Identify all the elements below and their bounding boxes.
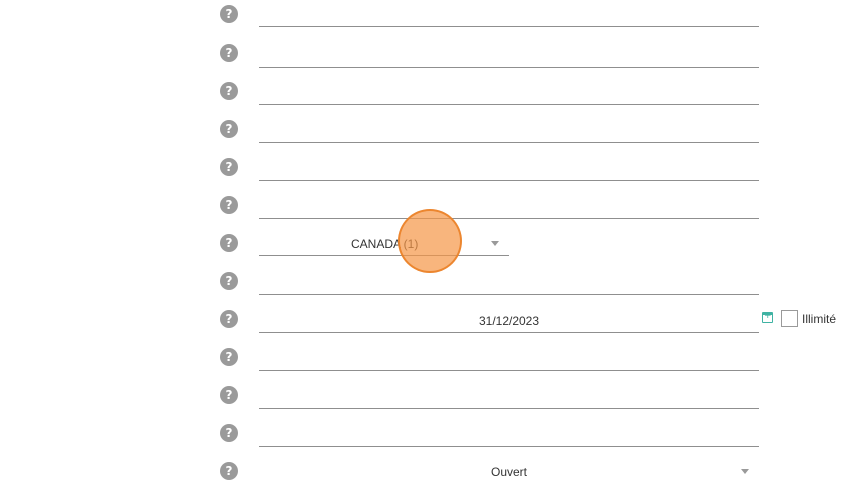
help-icon[interactable]: ?	[220, 310, 238, 328]
calendar-icon[interactable]	[762, 311, 773, 323]
date-field[interactable]: 31/12/2023	[259, 311, 759, 333]
help-icon[interactable]: ?	[220, 272, 238, 290]
text-field[interactable]	[259, 273, 759, 295]
unlimited-checkbox[interactable]	[781, 310, 798, 327]
text-field[interactable]	[259, 387, 759, 409]
form-page: ? ? ? ? ? ? ? CANADA (1) ? ? 31/12/2023 …	[0, 0, 860, 481]
chevron-down-icon[interactable]	[741, 469, 749, 474]
text-field[interactable]	[259, 121, 759, 143]
status-select[interactable]: Ouvert	[259, 462, 759, 481]
help-icon[interactable]: ?	[220, 44, 238, 62]
text-field[interactable]	[259, 197, 759, 219]
text-field[interactable]	[259, 159, 759, 181]
text-field[interactable]	[259, 5, 759, 27]
help-icon[interactable]: ?	[220, 348, 238, 366]
help-icon[interactable]: ?	[220, 424, 238, 442]
help-icon[interactable]: ?	[220, 158, 238, 176]
text-field[interactable]	[259, 425, 759, 447]
help-icon[interactable]: ?	[220, 120, 238, 138]
text-field[interactable]	[259, 83, 759, 105]
help-icon[interactable]: ?	[220, 462, 238, 480]
country-select[interactable]: CANADA (1)	[259, 234, 509, 256]
date-field-value: 31/12/2023	[478, 314, 540, 328]
click-indicator	[398, 209, 462, 273]
help-icon[interactable]: ?	[220, 5, 238, 23]
status-select-value: Ouvert	[490, 465, 527, 479]
help-icon[interactable]: ?	[220, 196, 238, 214]
help-icon[interactable]: ?	[220, 386, 238, 404]
help-icon[interactable]: ?	[220, 82, 238, 100]
help-icon[interactable]: ?	[220, 234, 238, 252]
unlimited-checkbox-label: Illimité	[802, 312, 837, 326]
chevron-down-icon[interactable]	[491, 241, 499, 246]
text-field[interactable]	[259, 46, 759, 68]
text-field[interactable]	[259, 349, 759, 371]
